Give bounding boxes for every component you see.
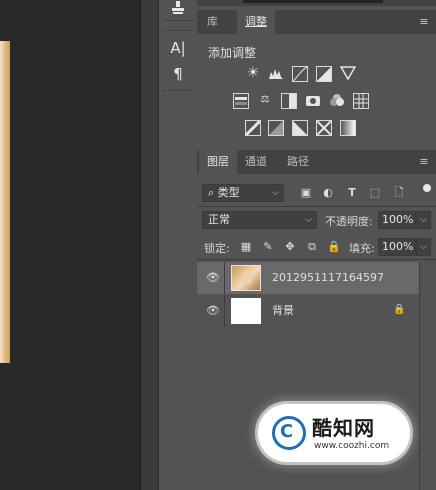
lock-image-pixels-icon[interactable]: ✎: [261, 240, 275, 254]
posterize-icon[interactable]: [268, 120, 284, 136]
top-field: [243, 0, 383, 3]
eye-icon[interactable]: 👁: [206, 271, 220, 285]
eye-icon[interactable]: 👁: [206, 304, 220, 318]
levels-icon[interactable]: [268, 66, 284, 82]
watermark-logo-letter: C: [280, 421, 294, 442]
chevron-down-icon: ⌵: [272, 188, 279, 198]
fill-dropdown[interactable]: ⌵: [416, 238, 431, 256]
dock-separator: [163, 90, 193, 91]
adjustments-row-1: ☀: [245, 66, 365, 84]
tab-layers[interactable]: 图层: [199, 150, 237, 174]
layer-thumbnail: [231, 265, 261, 291]
filter-pixel-icon[interactable]: ▣: [299, 186, 313, 200]
adjustments-row-3: [244, 119, 365, 138]
divider: [197, 259, 436, 260]
document-canvas[interactable]: [0, 0, 140, 490]
opacity-label: 不透明度:: [325, 215, 373, 228]
invert-icon[interactable]: [244, 119, 262, 137]
exposure-icon[interactable]: [316, 66, 332, 82]
lock-position-icon[interactable]: ✥: [283, 240, 297, 254]
character-panel-icon[interactable]: A|: [167, 37, 189, 59]
layer-filter-kind[interactable]: ⌕ 类型 ⌵: [202, 184, 284, 202]
paragraph-panel-icon[interactable]: ¶: [167, 63, 189, 85]
canvas-image-edge: [0, 41, 10, 363]
watermark-brand: 酷知网: [312, 416, 375, 440]
layer-thumbnail: [231, 298, 261, 324]
tab-channels[interactable]: 通道: [237, 150, 275, 174]
tab-library[interactable]: 库: [199, 10, 226, 34]
watermark-url: www.coozhi.com: [314, 441, 390, 451]
fill-input[interactable]: 100%: [378, 238, 416, 256]
opacity-dropdown[interactable]: ⌵: [416, 211, 431, 229]
coozhi-watermark: C 酷知网 www.coozhi.com: [258, 404, 410, 462]
channel-mixer-icon[interactable]: [329, 93, 345, 109]
brightness-contrast-icon[interactable]: ☀: [245, 66, 261, 82]
threshold-icon[interactable]: [292, 120, 308, 136]
layer-row-background[interactable]: 👁 背景 🔒: [197, 295, 419, 327]
stamp-tool-icon[interactable]: [167, 0, 189, 22]
scrollbar-track[interactable]: [419, 262, 420, 490]
panel-menu-icon[interactable]: ≡: [418, 156, 430, 168]
chevron-down-icon: ⌵: [420, 242, 427, 252]
tab-adjustments[interactable]: 调整: [237, 10, 275, 34]
lock-label: 锁定:: [204, 242, 230, 255]
color-lookup-icon[interactable]: [353, 93, 369, 109]
gradient-map-icon[interactable]: [340, 120, 356, 136]
panel-menu-icon[interactable]: ≡: [418, 16, 430, 28]
hue-saturation-icon[interactable]: [233, 93, 249, 109]
layer-name[interactable]: 背景: [272, 304, 294, 318]
tab-paths[interactable]: 路径: [279, 150, 317, 174]
chevron-down-icon: ⌵: [305, 215, 312, 225]
divider: [224, 295, 225, 327]
filter-kind-label: 类型: [217, 186, 240, 199]
filter-adjustment-icon[interactable]: ◐: [321, 186, 335, 200]
canvas-scrollbar[interactable]: [140, 0, 159, 490]
divider: [224, 262, 225, 294]
dock-separator: [163, 30, 193, 31]
lock-transparent-pixels-icon[interactable]: ▦: [239, 240, 253, 254]
panel-dock-column: A| ¶: [158, 0, 198, 490]
black-white-icon[interactable]: [281, 93, 297, 109]
layer-row-photo[interactable]: 👁 2012951117164597: [197, 262, 419, 294]
color-balance-icon[interactable]: ⚖: [257, 93, 273, 109]
filter-shape-icon[interactable]: ⬚: [368, 186, 382, 200]
lock-artboard-icon[interactable]: ⧉: [305, 240, 319, 254]
filter-type-icon[interactable]: T: [345, 186, 359, 200]
divider: [197, 206, 436, 207]
lock-all-icon[interactable]: 🔒: [327, 240, 341, 254]
chevron-down-icon: ⌵: [420, 215, 427, 225]
curves-icon[interactable]: [292, 66, 308, 82]
layers-tab-bar: 图层 通道 路径 ≡: [197, 150, 436, 174]
watermark-logo: C: [272, 416, 306, 450]
selective-color-icon[interactable]: [316, 120, 332, 136]
layer-name[interactable]: 2012951117164597: [272, 271, 384, 285]
blend-mode-value: 正常: [208, 213, 230, 226]
filter-smart-object-icon[interactable]: 🗋: [392, 186, 406, 200]
opacity-input[interactable]: 100%: [378, 211, 416, 229]
adjustments-tab-bar: 库 调整 ≡: [197, 10, 436, 34]
adjustments-row-2: ⚖: [233, 93, 383, 111]
vibrance-icon[interactable]: [339, 66, 357, 82]
blend-mode-select[interactable]: 正常 ⌵: [202, 211, 317, 229]
lock-icon: 🔒: [393, 304, 406, 315]
filter-toggle-icon[interactable]: [423, 184, 431, 192]
face-thumb: [241, 271, 252, 285]
photo-filter-icon[interactable]: [305, 93, 321, 109]
adjustments-title: 添加调整: [208, 46, 257, 60]
search-icon: ⌕: [208, 186, 218, 199]
fill-label: 填充:: [349, 242, 375, 255]
stamp-icon: [172, 1, 184, 14]
